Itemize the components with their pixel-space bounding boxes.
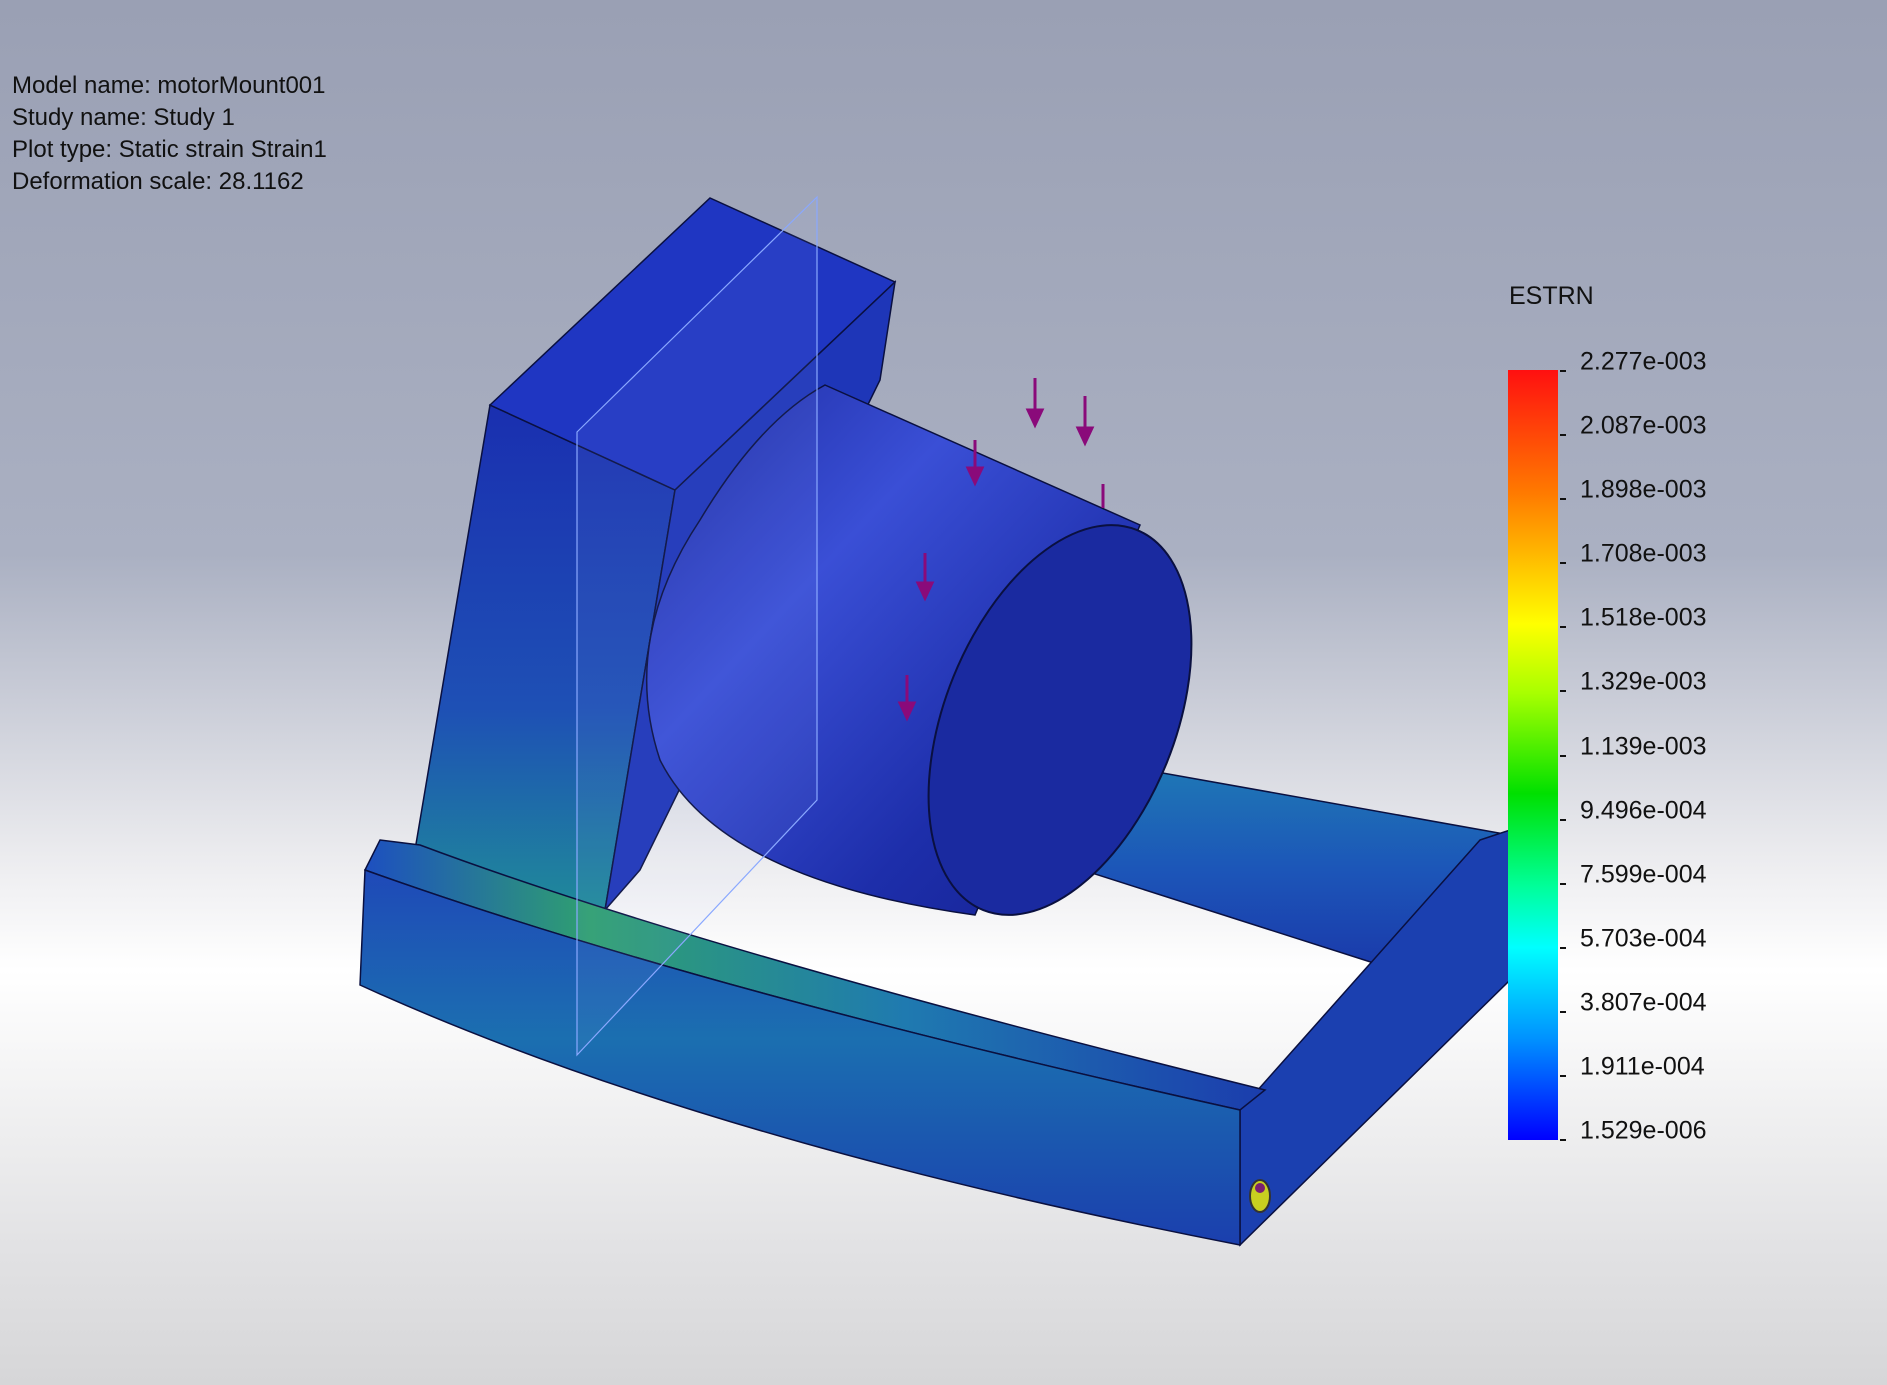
model-name-text: Model name: motorMount001 xyxy=(12,72,326,99)
legend-tick xyxy=(1560,1010,1566,1013)
legend-tick-label: 2.277e-003 xyxy=(1580,347,1707,376)
legend-tick xyxy=(1560,690,1566,693)
legend-tick-label: 1.139e-003 xyxy=(1580,732,1707,760)
legend-tick-label: 3.807e-004 xyxy=(1580,988,1707,1017)
legend-tick-label: 1.898e-003 xyxy=(1580,475,1707,504)
fixture-marker-icon[interactable] xyxy=(1249,1179,1271,1213)
legend-tick xyxy=(1560,562,1566,565)
legend-tick-label: 1.708e-003 xyxy=(1580,539,1707,568)
strain-colorbar[interactable] xyxy=(1508,370,1558,1140)
legend-tick xyxy=(1560,946,1566,949)
study-info: Model name: motorMount001 Study name: St… xyxy=(12,70,327,198)
legend-tick-label: 1.529e-006 xyxy=(1580,1116,1707,1145)
legend-title: ESTRN xyxy=(1509,282,1594,310)
legend-tick xyxy=(1560,1139,1566,1141)
legend-tick xyxy=(1560,370,1566,372)
legend-tick xyxy=(1560,626,1566,629)
legend-tick xyxy=(1560,1074,1566,1077)
legend-tick xyxy=(1560,434,1566,437)
legend-tick-label: 2.087e-003 xyxy=(1580,411,1707,440)
legend-tick xyxy=(1560,498,1566,501)
plot-type-text: Plot type: Static strain Strain1 xyxy=(12,136,327,163)
legend-tick-label: 1.329e-003 xyxy=(1580,667,1707,696)
legend-tick xyxy=(1560,882,1566,885)
legend-tick-label: 7.599e-004 xyxy=(1580,860,1707,889)
legend-tick-label: 1.518e-003 xyxy=(1580,603,1707,632)
legend-tick-label: 9.496e-004 xyxy=(1580,796,1707,825)
legend-tick-label: 1.911e-004 xyxy=(1580,1052,1705,1081)
down-arrow-icon xyxy=(1025,378,1045,429)
deformation-scale-text: Deformation scale: 28.1162 xyxy=(12,168,304,195)
study-name-text: Study name: Study 1 xyxy=(12,104,235,131)
legend-tick-label: 5.703e-004 xyxy=(1580,924,1707,953)
legend-tick xyxy=(1560,818,1566,821)
down-arrow-icon xyxy=(1075,396,1095,447)
legend-tick xyxy=(1560,754,1566,757)
